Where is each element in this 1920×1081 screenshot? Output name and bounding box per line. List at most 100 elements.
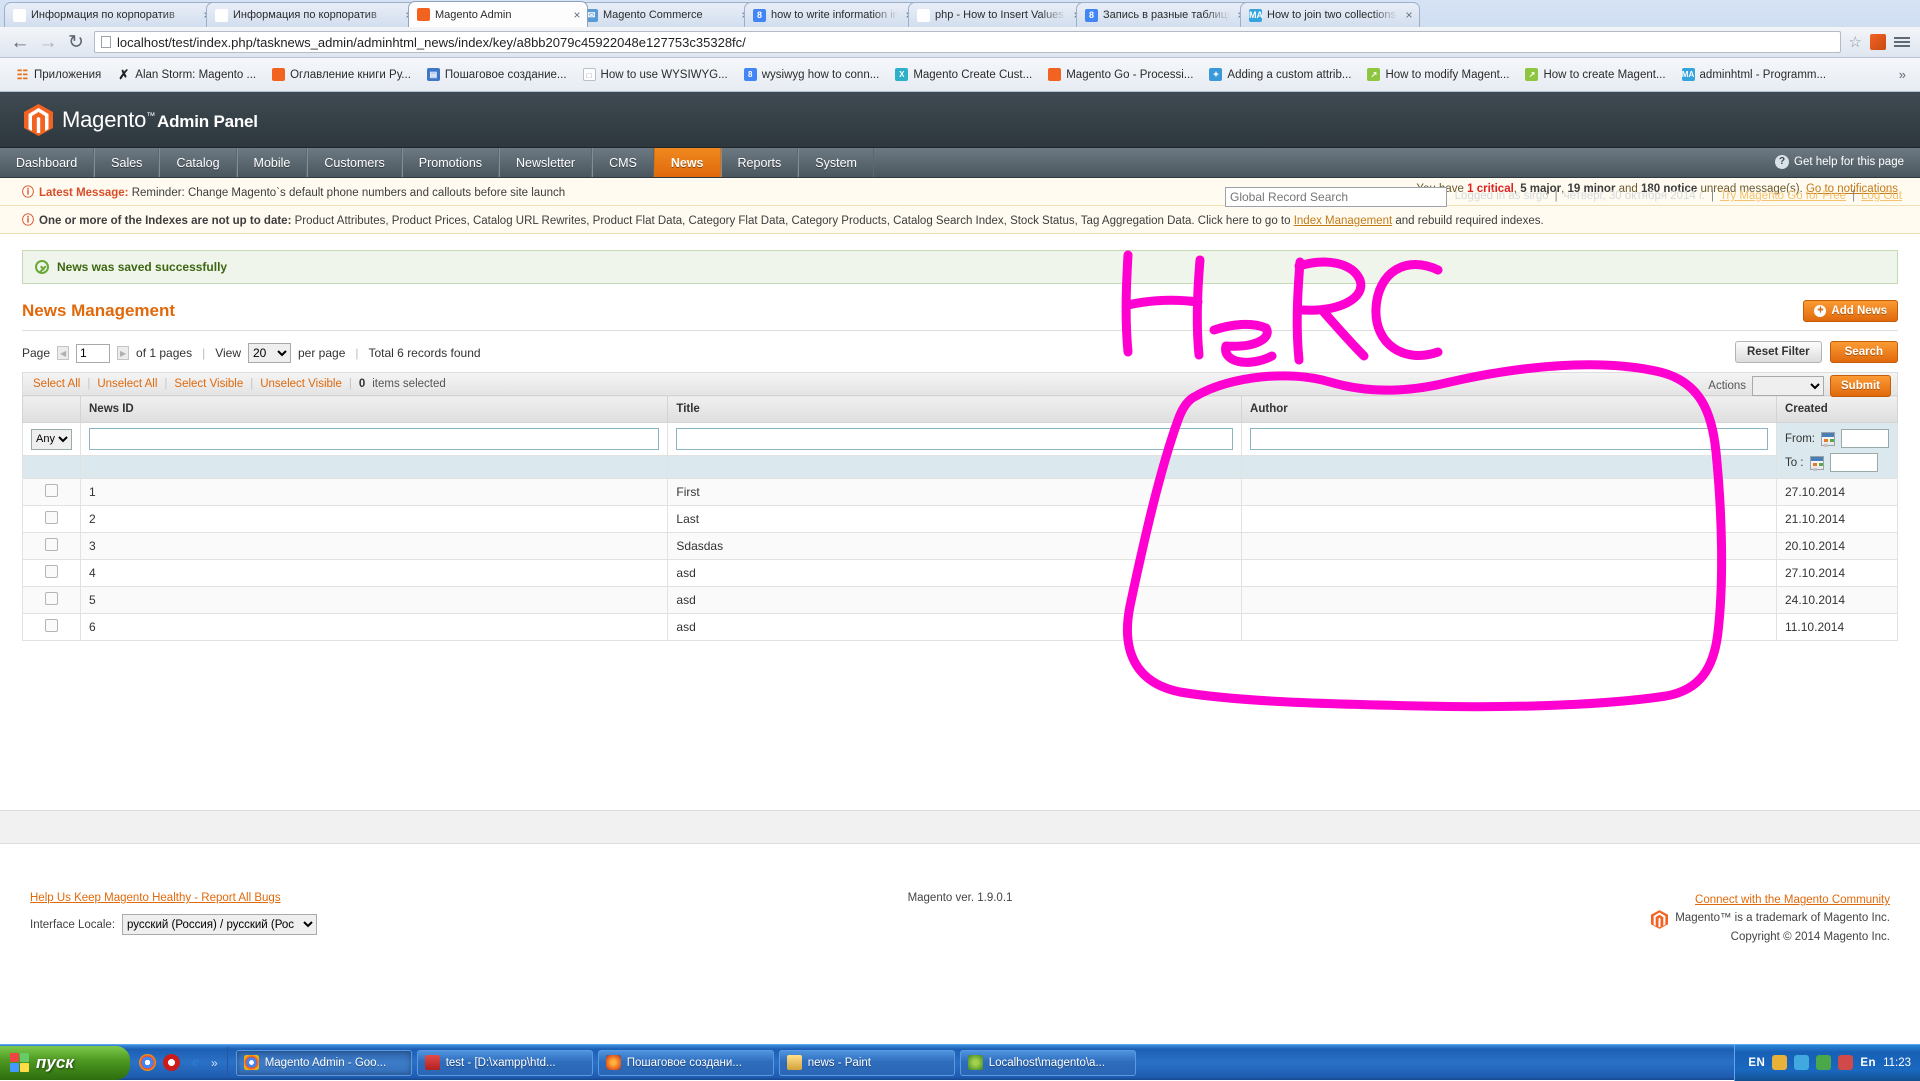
- browser-tab-1[interactable]: MИнформация по корпоратив×: [206, 2, 420, 27]
- bookmarks-overflow-icon[interactable]: »: [1899, 67, 1912, 82]
- browser-tab-5[interactable]: ✎php - How to Insert Values in×: [908, 2, 1088, 27]
- browser-tab-4[interactable]: 8how to write information in d×: [744, 2, 920, 27]
- grid-header-author[interactable]: Author: [1241, 395, 1777, 423]
- close-icon[interactable]: ×: [571, 9, 583, 21]
- row-checkbox[interactable]: [45, 511, 58, 524]
- tray-icon[interactable]: [1772, 1055, 1788, 1070]
- row-checkbox[interactable]: [45, 619, 58, 632]
- nav-item-catalog[interactable]: Catalog: [159, 148, 237, 177]
- row-checkbox[interactable]: [45, 565, 58, 578]
- date-from-input[interactable]: [1841, 429, 1889, 448]
- close-icon[interactable]: ×: [1403, 9, 1415, 21]
- browser-tab-0[interactable]: MИнформация по корпоратив×: [4, 2, 218, 27]
- nav-item-newsletter[interactable]: Newsletter: [499, 148, 593, 177]
- index-management-link[interactable]: Index Management: [1294, 215, 1392, 227]
- table-row[interactable]: 3 Sdasdas 20.10.2014: [22, 532, 1899, 560]
- input-locale-indicator[interactable]: En: [1860, 1057, 1876, 1069]
- bookmark-6[interactable]: X Magento Create Cust...: [887, 65, 1040, 84]
- community-link[interactable]: Connect with the Magento Community: [1695, 894, 1890, 906]
- bookmark-3[interactable]: ▤ Пошаговое создание...: [419, 65, 575, 84]
- filter-author-input[interactable]: [1250, 428, 1768, 450]
- bookmark-7[interactable]: Magento Go - Processi...: [1040, 65, 1201, 84]
- bookmark-1[interactable]: ✗ Alan Storm: Magento ...: [109, 65, 264, 84]
- bookmark-10[interactable]: ↗ How to create Magent...: [1517, 65, 1673, 84]
- taskbar-item-3[interactable]: news - Paint: [778, 1049, 955, 1076]
- bookmark-0[interactable]: ☷ Приложения: [8, 65, 109, 84]
- bookmark-8[interactable]: ✦ Adding a custom attrib...: [1201, 65, 1359, 84]
- nav-item-promotions[interactable]: Promotions: [401, 148, 500, 177]
- get-help-link[interactable]: ? Get help for this page: [1775, 155, 1904, 169]
- quick-launch-chevron-icon[interactable]: »: [211, 1056, 218, 1070]
- clock[interactable]: 11:23: [1883, 1057, 1911, 1069]
- bookmark-4[interactable]: □ How to use WYSIWYG...: [575, 65, 736, 84]
- opera-icon[interactable]: [163, 1054, 180, 1071]
- taskbar-item-1[interactable]: test - [D:\xampp\htd...: [416, 1049, 593, 1076]
- nav-item-reports[interactable]: Reports: [720, 148, 799, 177]
- row-checkbox[interactable]: [45, 484, 58, 497]
- add-news-button[interactable]: + Add News: [1803, 300, 1898, 322]
- next-page-button[interactable]: ▶: [117, 346, 130, 360]
- internet-explorer-icon[interactable]: e: [187, 1054, 204, 1071]
- try-magento-go-link[interactable]: Try Magento Go for Free: [1720, 190, 1846, 202]
- row-checkbox[interactable]: [45, 592, 58, 605]
- table-row[interactable]: 5 asd 24.10.2014: [22, 586, 1899, 614]
- unselect-all-link[interactable]: Unselect All: [97, 378, 157, 390]
- grid-header-created[interactable]: Created: [1775, 395, 1899, 423]
- select-all-link[interactable]: Select All: [33, 378, 80, 390]
- table-row[interactable]: 1 First 27.10.2014: [22, 478, 1899, 506]
- table-row[interactable]: 6 asd 11.10.2014: [22, 613, 1899, 641]
- chrome-menu-icon[interactable]: [1894, 37, 1910, 47]
- nav-item-mobile[interactable]: Mobile: [236, 148, 308, 177]
- browser-tab-3[interactable]: ✉Magento Commerce×: [576, 2, 756, 27]
- taskbar-item-2[interactable]: Пошаговое создани...: [597, 1049, 774, 1076]
- browser-tab-7[interactable]: MA How to join two collections in ×: [1240, 2, 1420, 27]
- magento-logo[interactable]: Magento™ Admin Panel: [24, 104, 258, 136]
- date-to-input[interactable]: [1829, 453, 1878, 472]
- tray-icon[interactable]: [1794, 1055, 1810, 1070]
- nav-item-customers[interactable]: Customers: [307, 148, 402, 177]
- logout-link[interactable]: Log Out: [1861, 190, 1902, 202]
- nav-item-cms[interactable]: CMS: [592, 148, 654, 177]
- unselect-visible-link[interactable]: Unselect Visible: [260, 378, 342, 390]
- submit-button[interactable]: Submit: [1830, 375, 1891, 397]
- interface-locale-select[interactable]: русский (Россия) / русский (Рос: [122, 914, 318, 935]
- tray-icon[interactable]: [1838, 1055, 1854, 1070]
- table-row[interactable]: 2 Last 21.10.2014: [22, 505, 1899, 533]
- forward-icon[interactable]: →: [38, 33, 58, 52]
- tray-icon[interactable]: [1816, 1055, 1832, 1070]
- extension-icon[interactable]: [1870, 34, 1886, 50]
- table-row[interactable]: 4 asd 27.10.2014: [22, 559, 1899, 587]
- taskbar-item-4[interactable]: Localhost\magento\a...: [959, 1049, 1136, 1076]
- bookmark-2[interactable]: Оглавление книги Ру...: [264, 65, 419, 84]
- select-visible-link[interactable]: Select Visible: [174, 378, 243, 390]
- chrome-icon[interactable]: [139, 1054, 156, 1071]
- grid-header-news-id[interactable]: News ID: [79, 395, 669, 423]
- bookmark-11[interactable]: MA adminhtml - Programm...: [1674, 65, 1835, 84]
- page-number-input[interactable]: [76, 343, 111, 363]
- reset-filter-button[interactable]: Reset Filter: [1735, 341, 1822, 363]
- taskbar-item-0[interactable]: Magento Admin - Goo...: [235, 1049, 412, 1076]
- bookmark-9[interactable]: ↗ How to modify Magent...: [1359, 65, 1517, 84]
- start-button[interactable]: пуск: [0, 1045, 130, 1080]
- global-search-input[interactable]: [1225, 187, 1447, 207]
- nav-item-sales[interactable]: Sales: [94, 148, 160, 177]
- calendar-icon[interactable]: [1809, 455, 1824, 470]
- bookmark-star-icon[interactable]: ☆: [1849, 33, 1862, 51]
- nav-item-system[interactable]: System: [798, 148, 874, 177]
- per-page-select[interactable]: 203050100200: [248, 343, 291, 363]
- address-bar[interactable]: localhost/test/index.php/tasknews_admin/…: [94, 31, 1841, 53]
- browser-tab-2[interactable]: Magento Admin ×: [408, 1, 588, 27]
- calendar-icon[interactable]: [1821, 431, 1835, 446]
- browser-tab-6[interactable]: 8Запись в разные таблицы в×: [1076, 2, 1252, 27]
- nav-item-dashboard[interactable]: Dashboard: [0, 148, 95, 177]
- search-button[interactable]: Search: [1829, 341, 1898, 363]
- prev-page-button[interactable]: ◀: [57, 346, 70, 360]
- bookmark-5[interactable]: 8 wysiwyg how to conn...: [736, 65, 888, 84]
- actions-select[interactable]: Delete: [1752, 376, 1825, 396]
- nav-item-news[interactable]: News: [653, 148, 721, 177]
- reload-icon[interactable]: ↻: [66, 33, 86, 52]
- filter-any-select[interactable]: AnyYesNo: [31, 428, 72, 450]
- filter-news-id-input[interactable]: [89, 428, 660, 450]
- back-icon[interactable]: ←: [10, 33, 30, 52]
- row-checkbox[interactable]: [45, 538, 58, 551]
